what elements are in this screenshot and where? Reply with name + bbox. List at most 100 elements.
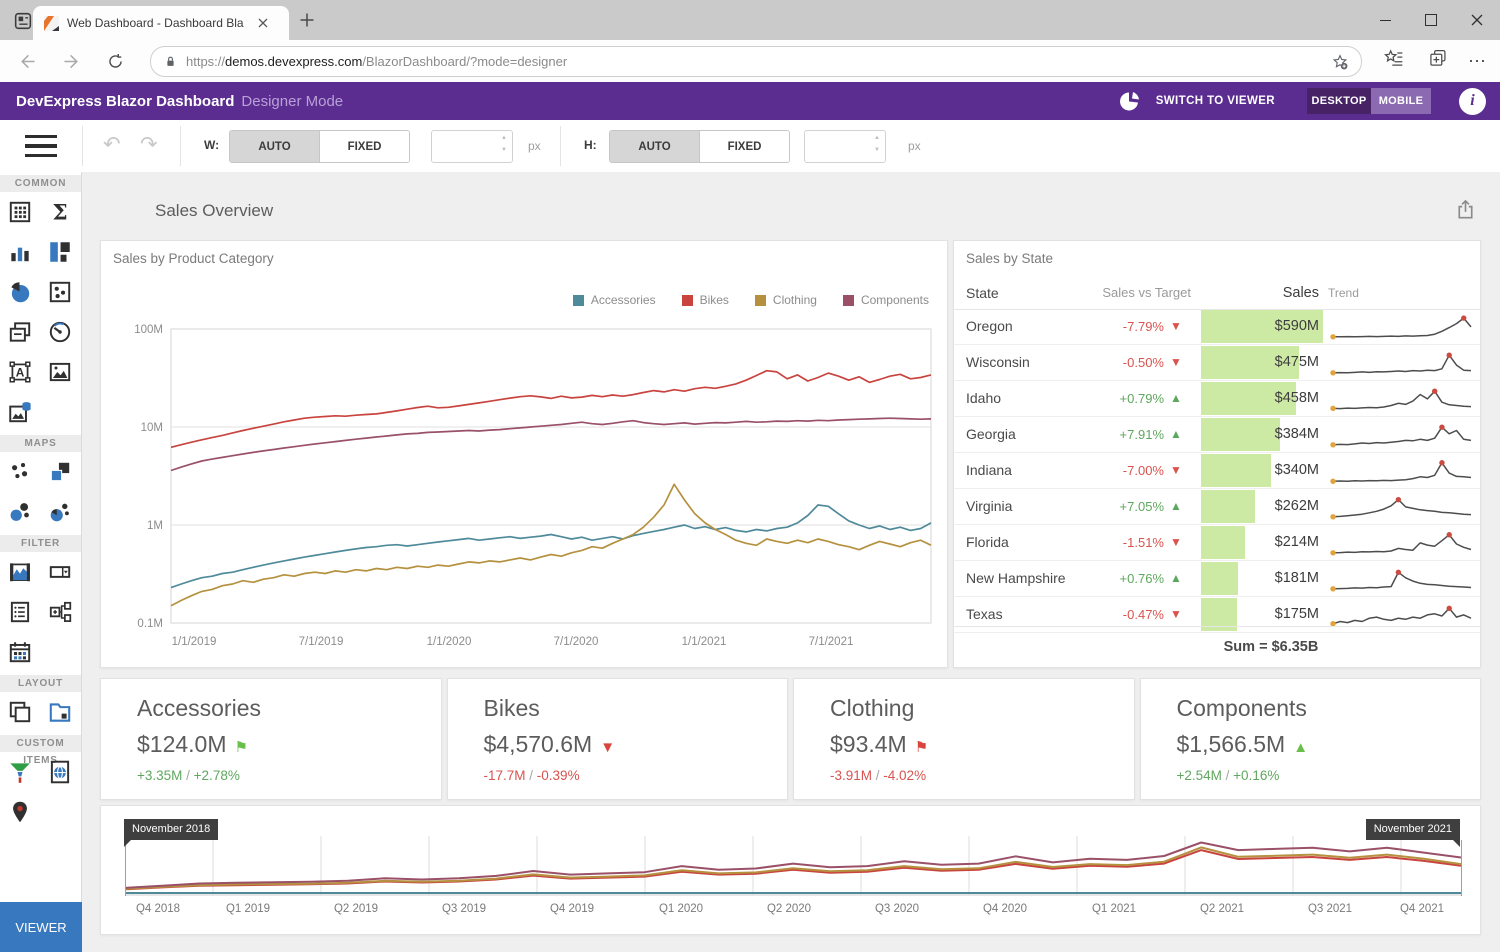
gauge-icon[interactable] xyxy=(40,312,80,352)
menu-hamburger-icon[interactable] xyxy=(25,135,57,157)
url-field[interactable]: https://demos.devexpress.com/BlazorDashb… xyxy=(150,46,1362,77)
info-button[interactable]: i xyxy=(1459,88,1486,115)
add-favorite-icon[interactable] xyxy=(1331,53,1349,71)
width-auto-button[interactable]: AUTO xyxy=(230,131,319,162)
chart-icon[interactable] xyxy=(0,232,40,272)
app-header: DevExpress Blazor Dashboard Designer Mod… xyxy=(0,82,1500,120)
collections-icon[interactable] xyxy=(1428,48,1448,68)
sales-by-state-table-item[interactable]: Sales by State StateSales vs TargetSales… xyxy=(953,240,1481,668)
browser-navbar: https://demos.devexpress.com/BlazorDashb… xyxy=(0,40,1500,82)
app-mode-label: Designer Mode xyxy=(241,93,343,110)
table-row[interactable]: Virginia+7.05%▲$262M xyxy=(954,489,1480,525)
col-sales: Sales xyxy=(1219,277,1319,309)
trend-sparkline xyxy=(1328,564,1476,594)
tab-close-icon[interactable] xyxy=(255,15,271,31)
table-row[interactable]: New Hampshire+0.76%▲$181M xyxy=(954,561,1480,597)
table-row[interactable]: Indiana-7.00%▼$340M xyxy=(954,453,1480,489)
browser-menu-icon[interactable]: ⋯ xyxy=(1468,48,1486,74)
browser-tab[interactable]: Web Dashboard - Dashboard Bla xyxy=(33,6,289,40)
spin-down-icon[interactable]: ▼ xyxy=(501,146,507,155)
refresh-button[interactable] xyxy=(102,48,128,74)
spin-down-icon[interactable]: ▼ xyxy=(874,146,880,155)
kpi-delta: +2.54M / +0.16% xyxy=(1177,768,1280,783)
table-row[interactable]: Georgia+7.91%▲$384M xyxy=(954,417,1480,453)
range-end-handle[interactable] xyxy=(1461,840,1462,896)
height-auto-button[interactable]: AUTO xyxy=(610,131,699,162)
svg-text:Q2 2020: Q2 2020 xyxy=(767,903,811,915)
undo-button[interactable]: ↶ xyxy=(103,130,121,160)
tab-actions-icon[interactable] xyxy=(12,10,34,32)
close-icon xyxy=(1471,14,1483,26)
triangle-down-icon: ▼ xyxy=(600,739,615,756)
treeview-icon[interactable] xyxy=(40,592,80,632)
table-row[interactable]: Wisconsin-0.50%▼$475M xyxy=(954,345,1480,381)
range-start-flag[interactable]: November 2018 xyxy=(124,819,218,840)
pie-icon[interactable] xyxy=(0,272,40,312)
redo-button[interactable]: ↷ xyxy=(140,130,158,160)
forward-button[interactable] xyxy=(58,48,84,74)
svg-text:Q3 2021: Q3 2021 xyxy=(1308,903,1352,915)
height-value-input[interactable]: ▲▼ xyxy=(804,130,886,163)
combobox-icon[interactable] xyxy=(40,552,80,592)
pivot-icon[interactable]: Σ xyxy=(40,192,80,232)
pie-map-icon[interactable] xyxy=(40,492,80,532)
tab-container-icon[interactable] xyxy=(40,692,80,732)
spin-up-icon[interactable]: ▲ xyxy=(874,134,880,143)
spin-up-icon[interactable]: ▲ xyxy=(501,134,507,143)
treemap-icon[interactable] xyxy=(40,232,80,272)
kpi-card-clothing[interactable]: Clothing$93.4M⚑-3.91M / -4.02% xyxy=(793,678,1135,800)
toolbox-section-label: FILTER xyxy=(0,535,81,552)
webpage-icon[interactable] xyxy=(40,752,80,792)
sales-vs-target: -7.79% xyxy=(1054,309,1164,344)
triangle-up-icon: ▲ xyxy=(1170,561,1182,596)
map-pin-icon[interactable] xyxy=(0,792,40,832)
range-selector-item[interactable]: November 2018 November 2021 Q4 2018Q1 20… xyxy=(100,805,1481,935)
card-icon[interactable] xyxy=(0,312,40,352)
bubble-map-icon[interactable] xyxy=(0,492,40,532)
sales-value: $214M xyxy=(1219,525,1319,560)
image-icon[interactable] xyxy=(40,352,80,392)
export-button[interactable] xyxy=(1454,198,1478,222)
range-start-handle[interactable] xyxy=(125,840,126,896)
close-button[interactable] xyxy=(1454,0,1500,40)
kpi-card-accessories[interactable]: Accessories$124.0M⚑+3.35M / +2.78% xyxy=(100,678,442,800)
toolbox-sidebar: COMMONΣAMAPSFILTERLAYOUTCUSTOM ITEMS VIE… xyxy=(0,172,82,952)
width-value-input[interactable]: ▲▼ xyxy=(431,130,513,163)
viewer-button[interactable]: VIEWER xyxy=(0,902,82,952)
listbox-icon[interactable] xyxy=(0,592,40,632)
textbox-icon[interactable]: A xyxy=(0,352,40,392)
table-row[interactable]: Florida-1.51%▼$214M xyxy=(954,525,1480,561)
scatter-icon[interactable] xyxy=(40,272,80,312)
mobile-toggle-button[interactable]: MOBILE xyxy=(1371,88,1431,114)
kpi-title: Components xyxy=(1177,695,1307,722)
maximize-button[interactable] xyxy=(1408,0,1454,40)
sales-value: $181M xyxy=(1219,561,1319,596)
kpi-delta: -3.91M / -4.02% xyxy=(830,768,926,783)
sales-by-category-chart-item[interactable]: Sales by Product Category AccessoriesBik… xyxy=(100,240,948,668)
range-end-flag[interactable]: November 2021 xyxy=(1366,819,1460,840)
funnel-icon[interactable] xyxy=(0,752,40,792)
group-icon[interactable] xyxy=(0,692,40,732)
toolbox-section-label: MAPS xyxy=(0,435,81,452)
kpi-card-components[interactable]: Components$1,566.5M▲+2.54M / +0.16% xyxy=(1140,678,1482,800)
back-button[interactable] xyxy=(14,48,40,74)
grid-icon[interactable] xyxy=(0,192,40,232)
range-filter-icon[interactable] xyxy=(0,552,40,592)
height-fixed-button[interactable]: FIXED xyxy=(699,131,789,162)
date-filter-icon[interactable] xyxy=(0,632,40,672)
sales-vs-target: +7.91% xyxy=(1054,417,1164,452)
kpi-value: $93.4M⚑ xyxy=(830,731,928,758)
geopoint-map-icon[interactable] xyxy=(0,452,40,492)
switch-to-viewer-button[interactable]: SWITCH TO VIEWER xyxy=(1156,95,1275,107)
bound-image-icon[interactable] xyxy=(0,392,40,432)
table-row[interactable]: Idaho+0.79%▲$458M xyxy=(954,381,1480,417)
choropleth-map-icon[interactable] xyxy=(40,452,80,492)
new-tab-button[interactable] xyxy=(299,12,317,30)
minimize-button[interactable] xyxy=(1362,0,1408,40)
table-sum: Sum = $6.35B xyxy=(1201,627,1341,667)
favorites-hub-icon[interactable] xyxy=(1384,48,1404,68)
width-fixed-button[interactable]: FIXED xyxy=(319,131,409,162)
kpi-card-bikes[interactable]: Bikes$4,570.6M▼-17.7M / -0.39% xyxy=(447,678,789,800)
desktop-toggle-button[interactable]: DESKTOP xyxy=(1307,88,1371,114)
table-row[interactable]: Oregon-7.79%▼$590M xyxy=(954,309,1480,345)
